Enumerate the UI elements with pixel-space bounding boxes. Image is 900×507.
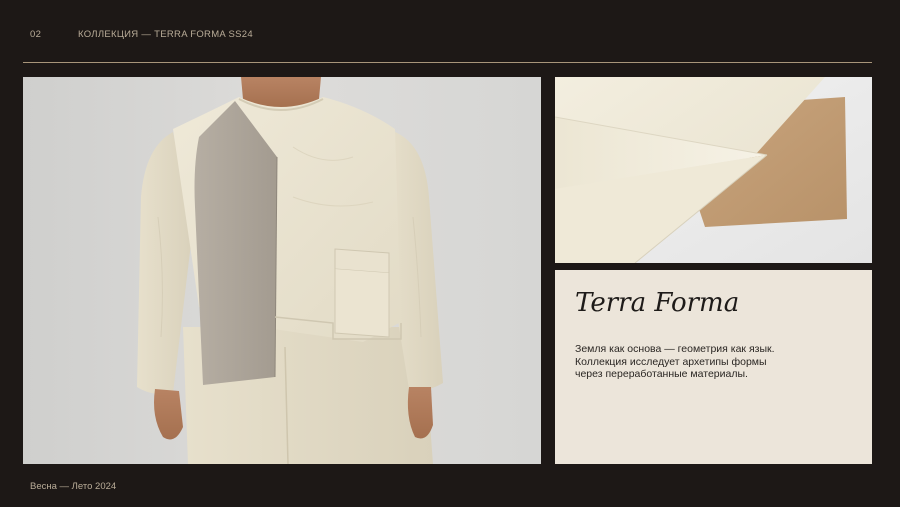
season-label: Весна — Лето 2024 (30, 481, 117, 492)
collection-label: КОЛЛЕКЦИЯ — TERRA FORMA SS24 (78, 29, 253, 40)
model-photo (23, 77, 541, 464)
slide-header: 02 КОЛЛЕКЦИЯ — TERRA FORMA SS24 (30, 29, 870, 45)
description-line: через переработанные материалы. (575, 368, 748, 380)
header-divider (23, 62, 872, 63)
description-line: Земля как основа — геометрия как язык. (575, 343, 775, 355)
collection-description: Земля как основа — геометрия как язык. К… (575, 343, 860, 381)
model-illustration (23, 77, 541, 464)
lookbook-slide: 02 КОЛЛЕКЦИЯ — TERRA FORMA SS24 Terra Fo… (0, 0, 900, 507)
fabric-detail-photo (555, 77, 872, 263)
page-number: 02 (30, 29, 42, 40)
collection-title: Terra Forma (575, 288, 740, 318)
fabric-illustration (555, 77, 872, 263)
description-panel: Terra Forma Земля как основа — геометрия… (555, 270, 872, 464)
description-line: Коллекция исследует архетипы формы (575, 355, 767, 368)
